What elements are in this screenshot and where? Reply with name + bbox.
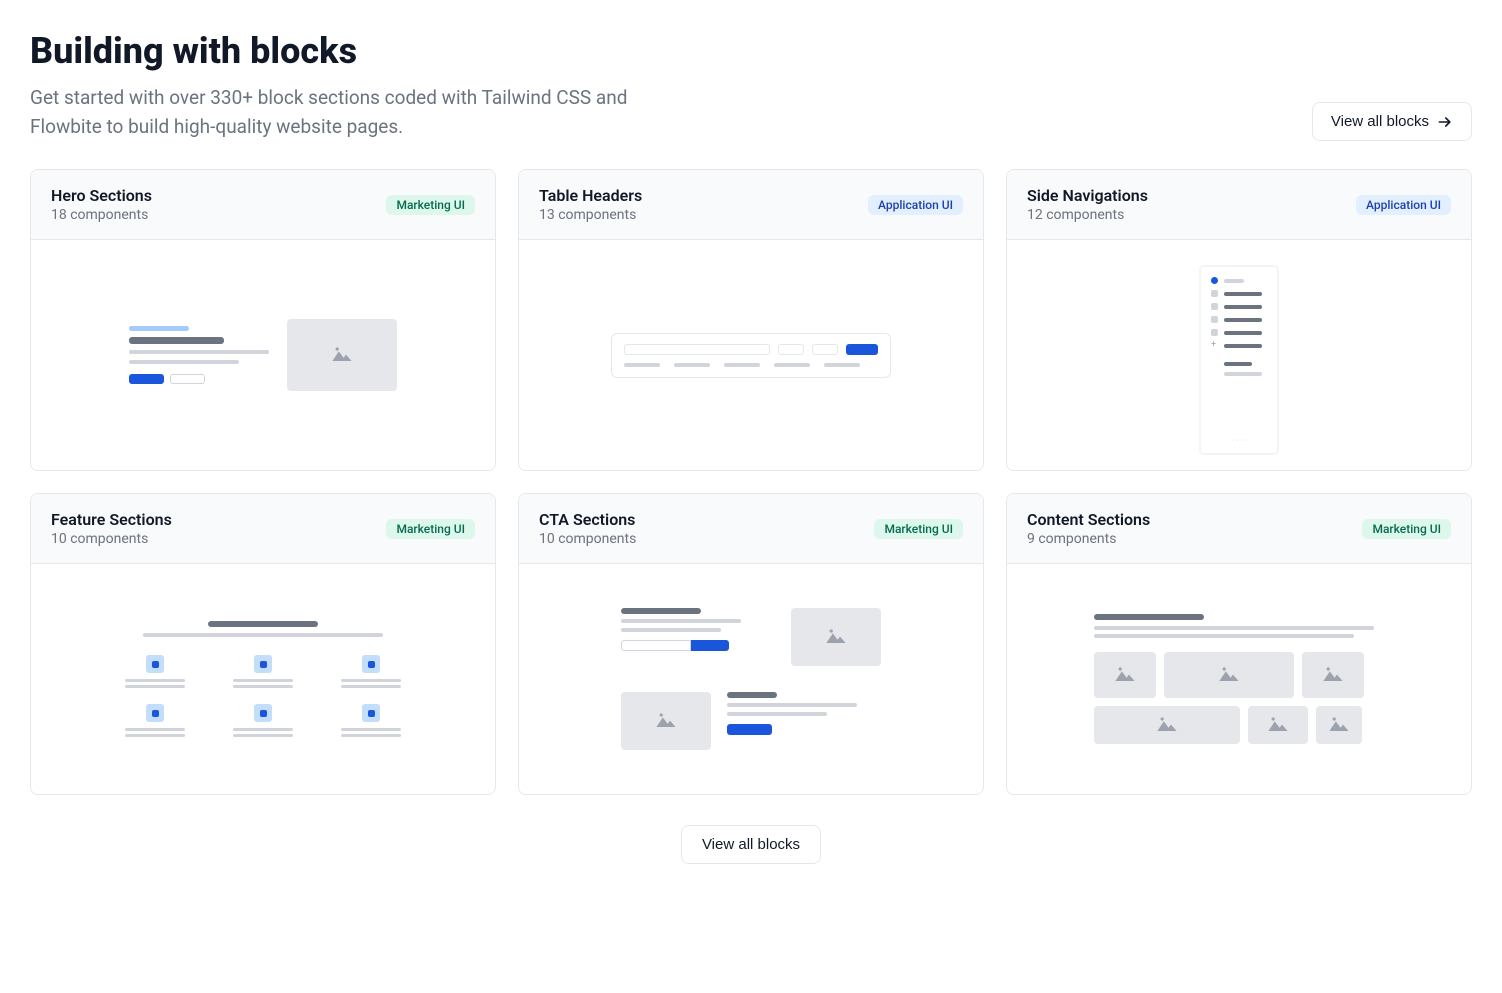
card-preview [1007, 564, 1471, 794]
card-title: Feature Sections [51, 510, 172, 529]
view-all-label: View all blocks [702, 836, 800, 853]
card-title: CTA Sections [539, 510, 636, 529]
marketing-ui-badge: Marketing UI [386, 195, 475, 215]
feature-icon [146, 704, 164, 722]
card-preview [519, 240, 983, 470]
card-sub: 10 components [539, 531, 636, 547]
image-icon [1323, 665, 1343, 686]
page-subtitle: Get started with over 330+ block section… [30, 84, 680, 141]
card-sub: 9 components [1027, 531, 1150, 547]
image-icon [1157, 715, 1177, 736]
marketing-ui-badge: Marketing UI [874, 519, 963, 539]
card-content-sections[interactable]: Content Sections 9 components Marketing … [1006, 493, 1472, 795]
image-icon [656, 711, 676, 732]
view-all-blocks-footer-button[interactable]: View all blocks [681, 825, 821, 864]
image-icon [826, 627, 846, 648]
view-all-label: View all blocks [1331, 113, 1429, 130]
marketing-ui-badge: Marketing UI [386, 519, 475, 539]
card-feature-sections[interactable]: Feature Sections 10 components Marketing… [30, 493, 496, 795]
image-icon [1329, 715, 1349, 736]
feature-icon [362, 655, 380, 673]
card-table-headers[interactable]: Table Headers 13 components Application … [518, 169, 984, 471]
feature-icon [254, 704, 272, 722]
arrow-right-icon [1437, 114, 1453, 130]
card-preview: + · · · · [1007, 240, 1471, 470]
card-sub: 18 components [51, 207, 152, 223]
card-title: Content Sections [1027, 510, 1150, 529]
image-icon [1115, 665, 1135, 686]
card-preview [31, 240, 495, 470]
image-icon [1268, 715, 1288, 736]
card-preview [519, 564, 983, 794]
card-preview [31, 564, 495, 794]
card-cta-sections[interactable]: CTA Sections 10 components Marketing UI [518, 493, 984, 795]
card-sub: 12 components [1027, 207, 1148, 223]
feature-icon [146, 655, 164, 673]
view-all-blocks-button[interactable]: View all blocks [1312, 102, 1472, 141]
card-hero-sections[interactable]: Hero Sections 18 components Marketing UI [30, 169, 496, 471]
feature-icon [254, 655, 272, 673]
page-title: Building with blocks [30, 30, 680, 72]
card-side-navigations[interactable]: Side Navigations 12 components Applicati… [1006, 169, 1472, 471]
card-title: Hero Sections [51, 186, 152, 205]
application-ui-badge: Application UI [1356, 195, 1451, 215]
card-sub: 13 components [539, 207, 642, 223]
card-title: Table Headers [539, 186, 642, 205]
feature-icon [362, 704, 380, 722]
marketing-ui-badge: Marketing UI [1362, 519, 1451, 539]
image-icon [1219, 665, 1239, 686]
application-ui-badge: Application UI [868, 195, 963, 215]
cards-grid: Hero Sections 18 components Marketing UI [30, 169, 1472, 795]
image-icon [332, 345, 352, 366]
card-sub: 10 components [51, 531, 172, 547]
card-title: Side Navigations [1027, 186, 1148, 205]
